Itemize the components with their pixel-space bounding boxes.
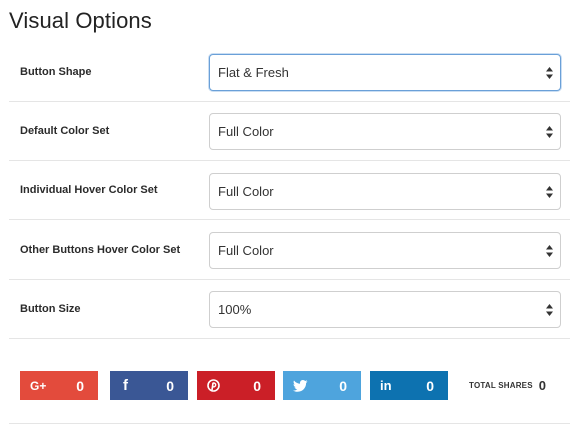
individual-hover-color-set-label: Individual Hover Color Set (20, 184, 158, 196)
pinterest-share-button[interactable]: 0 (197, 371, 275, 400)
other-buttons-hover-color-set-label: Other Buttons Hover Color Set (20, 244, 181, 256)
twitter-share-button[interactable]: 0 (283, 371, 361, 400)
option-row-individual-hover-color-set: Individual Hover Color Set Full Color (9, 161, 570, 220)
facebook-icon: f (123, 377, 128, 394)
option-row-button-size: Button Size 100% (9, 280, 570, 339)
individual-hover-color-set-select[interactable]: Full Color (209, 173, 561, 210)
twitter-icon (293, 371, 308, 400)
linkedin-icon: in (380, 378, 392, 393)
pinterest-share-count: 0 (253, 377, 261, 394)
linkedin-share-button[interactable]: in 0 (370, 371, 448, 400)
google-plus-share-button[interactable]: G+ 0 (20, 371, 98, 400)
facebook-share-button[interactable]: f 0 (110, 371, 188, 400)
button-shape-value: Flat & Fresh (218, 65, 289, 80)
select-arrows-icon (546, 185, 553, 198)
total-shares: TOTAL SHARES 0 (469, 371, 546, 400)
select-arrows-icon (546, 66, 553, 79)
default-color-set-select[interactable]: Full Color (209, 113, 561, 150)
pinterest-icon (207, 371, 220, 400)
option-row-default-color-set: Default Color Set Full Color (9, 102, 570, 161)
select-arrows-icon (546, 244, 553, 257)
total-shares-count: 0 (538, 378, 546, 393)
google-plus-share-count: 0 (76, 377, 84, 394)
page-title: Visual Options (9, 8, 152, 33)
other-buttons-hover-color-set-value: Full Color (218, 243, 274, 258)
facebook-share-count: 0 (166, 377, 174, 394)
button-shape-select[interactable]: Flat & Fresh (209, 54, 561, 91)
select-arrows-icon (546, 125, 553, 138)
select-arrows-icon (546, 303, 553, 316)
other-buttons-hover-color-set-select[interactable]: Full Color (209, 232, 561, 269)
button-size-label: Button Size (20, 303, 81, 315)
option-row-other-buttons-hover-color-set: Other Buttons Hover Color Set Full Color (9, 221, 570, 280)
default-color-set-label: Default Color Set (20, 125, 110, 137)
option-row-button-shape: Button Shape Flat & Fresh (9, 43, 570, 102)
button-shape-label: Button Shape (20, 66, 92, 78)
individual-hover-color-set-value: Full Color (218, 184, 274, 199)
total-shares-label: TOTAL SHARES (469, 381, 533, 390)
twitter-share-count: 0 (339, 377, 347, 394)
default-color-set-value: Full Color (218, 124, 274, 139)
share-buttons-preview: G+ 0 f 0 0 0 in 0 TOTAL SHARES 0 (9, 342, 570, 424)
linkedin-share-count: 0 (426, 377, 434, 394)
button-size-value: 100% (218, 302, 252, 317)
google-plus-icon: G+ (30, 378, 47, 393)
button-size-select[interactable]: 100% (209, 291, 561, 328)
